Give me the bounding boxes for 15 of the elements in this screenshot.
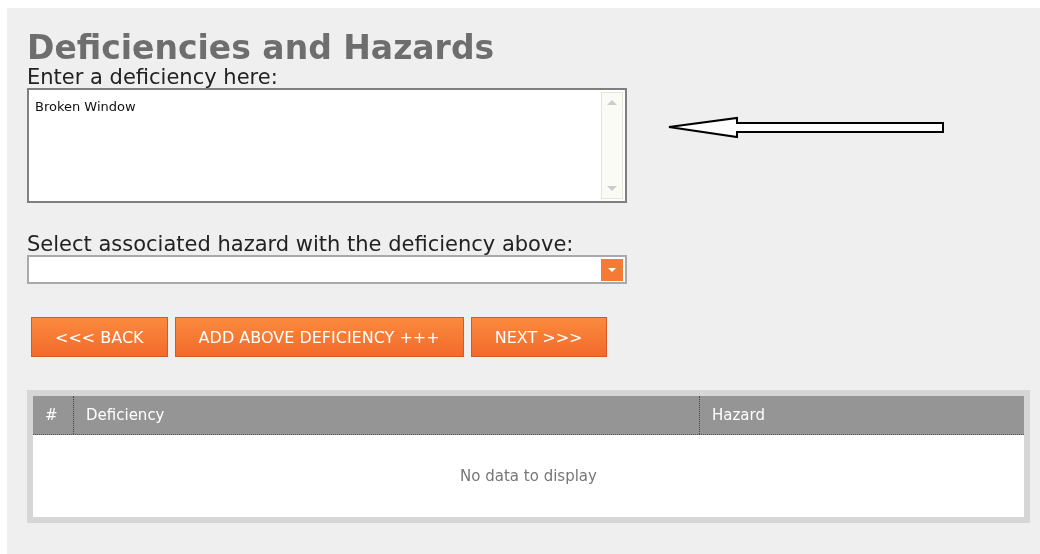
field-label: Enter a deficiency here: [27,66,279,88]
column-header: # [44,405,59,426]
page-title: Deficiencies and Hazards [27,30,496,66]
deficiency-textarea[interactable]: Broken Window [27,88,627,203]
action-button[interactable]: NEXT >>> [470,317,607,357]
column-header: Deficiency [73,396,699,434]
field-value: Broken Window [35,99,136,114]
field-label: Select associated hazard with the deficiency above: [27,233,575,255]
action-button[interactable]: ADD ABOVE DEFICIENCY +++ [174,317,464,357]
dropdown-icon[interactable] [601,258,623,281]
arrow-icon [667,116,945,140]
column-header: Hazard [699,396,1024,434]
action-button[interactable]: <<< BACK [31,317,168,357]
empty-message: No data to display [460,467,597,485]
hazard-select[interactable] [27,255,627,284]
